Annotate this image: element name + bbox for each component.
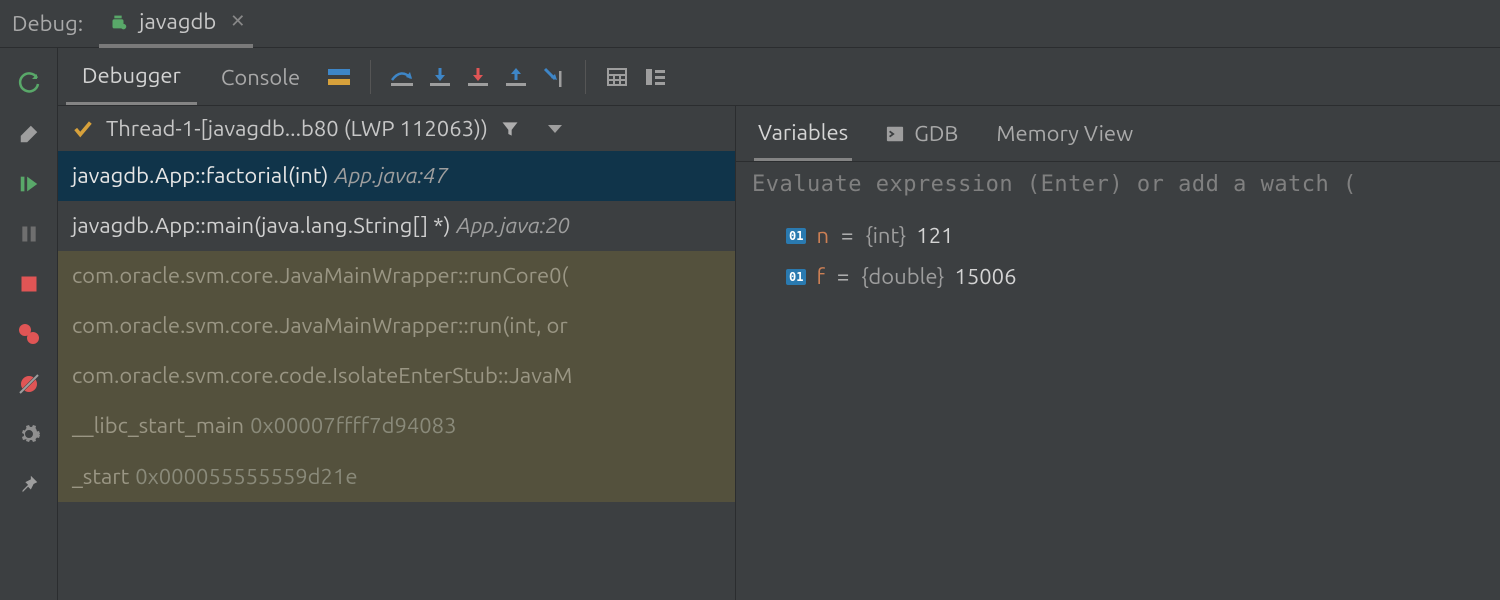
step-over-icon[interactable]: [387, 62, 417, 92]
variable-value: 121: [916, 223, 953, 248]
variable-name: f: [816, 264, 824, 289]
stop-icon[interactable]: [15, 270, 43, 298]
separator: [370, 60, 371, 94]
primitive-badge-icon: 01: [786, 228, 806, 244]
pause-icon[interactable]: [15, 220, 43, 248]
chevron-down-icon[interactable]: [546, 122, 564, 136]
show-threads-icon[interactable]: [324, 62, 354, 92]
modify-run-icon[interactable]: [15, 120, 43, 148]
variable-row[interactable]: 01f = {double} 15006: [752, 258, 1484, 299]
debug-gutter: [0, 48, 58, 600]
separator: [585, 60, 586, 94]
variables-list: 01n = {int} 12101f = {double} 15006: [736, 209, 1500, 307]
tab-memory-view[interactable]: Memory View: [992, 108, 1137, 159]
thread-selector[interactable]: Thread-1-[javagdb...b80 (LWP 112063)): [58, 106, 735, 151]
bug-icon: [107, 11, 129, 33]
filter-icon[interactable]: [500, 119, 520, 139]
run-config-tab[interactable]: javagdb ✕: [99, 0, 253, 48]
stack-frame[interactable]: com.oracle.svm.core.JavaMainWrapper::run…: [58, 251, 735, 301]
variable-row[interactable]: 01n = {int} 121: [752, 217, 1484, 258]
evaluate-expression-input[interactable]: Evaluate expression (Enter) or add a wat…: [736, 162, 1500, 209]
check-icon: [72, 118, 94, 140]
step-into-icon[interactable]: [425, 62, 455, 92]
variable-type: {int}: [865, 223, 906, 248]
run-to-cursor-icon[interactable]: [539, 62, 569, 92]
variable-value: 15006: [954, 264, 1016, 289]
mute-breakpoints-icon[interactable]: [15, 370, 43, 398]
debug-panel-title: Debug:: [12, 11, 83, 36]
settings-icon[interactable]: [15, 420, 43, 448]
debugger-toolbar: Debugger Console: [58, 48, 1500, 106]
tab-gdb[interactable]: GDB: [882, 108, 962, 159]
resume-icon[interactable]: [15, 170, 43, 198]
evaluate-expression-icon[interactable]: [602, 62, 632, 92]
tab-console[interactable]: Console: [205, 50, 316, 104]
trace-icon[interactable]: [640, 62, 670, 92]
variable-name: n: [816, 223, 829, 248]
debug-panel-header: Debug: javagdb ✕: [0, 0, 1500, 48]
stack-frame[interactable]: _start0x000055555559d21e: [58, 452, 735, 502]
primitive-badge-icon: 01: [786, 269, 806, 285]
variables-panel: Variables GDB Memory View Evaluate expre…: [736, 106, 1500, 600]
pin-icon[interactable]: [15, 470, 43, 498]
stack-frame[interactable]: com.oracle.svm.core.code.IsolateEnterStu…: [58, 351, 735, 401]
variable-type: {double}: [861, 264, 944, 289]
force-step-into-icon[interactable]: [463, 62, 493, 92]
run-config-label: javagdb: [139, 9, 216, 34]
frames-panel: Thread-1-[javagdb...b80 (LWP 112063)) ja…: [58, 106, 736, 600]
thread-label: Thread-1-[javagdb...b80 (LWP 112063)): [106, 116, 488, 141]
rerun-icon[interactable]: [15, 70, 43, 98]
stack-frame[interactable]: __libc_start_main0x00007ffff7d94083: [58, 401, 735, 451]
variables-tabs: Variables GDB Memory View: [736, 106, 1500, 162]
tab-variables[interactable]: Variables: [754, 107, 852, 161]
terminal-icon: [886, 125, 904, 143]
tab-debugger[interactable]: Debugger: [66, 48, 197, 105]
view-breakpoints-icon[interactable]: [15, 320, 43, 348]
stack-frame[interactable]: javagdb.App::factorial(int)App.java:47: [58, 151, 735, 201]
stack-frames-list: javagdb.App::factorial(int)App.java:47ja…: [58, 151, 735, 600]
stack-frame[interactable]: javagdb.App::main(java.lang.String[] *)A…: [58, 201, 735, 251]
step-out-icon[interactable]: [501, 62, 531, 92]
close-icon[interactable]: ✕: [226, 11, 245, 32]
stack-frame[interactable]: com.oracle.svm.core.JavaMainWrapper::run…: [58, 301, 735, 351]
